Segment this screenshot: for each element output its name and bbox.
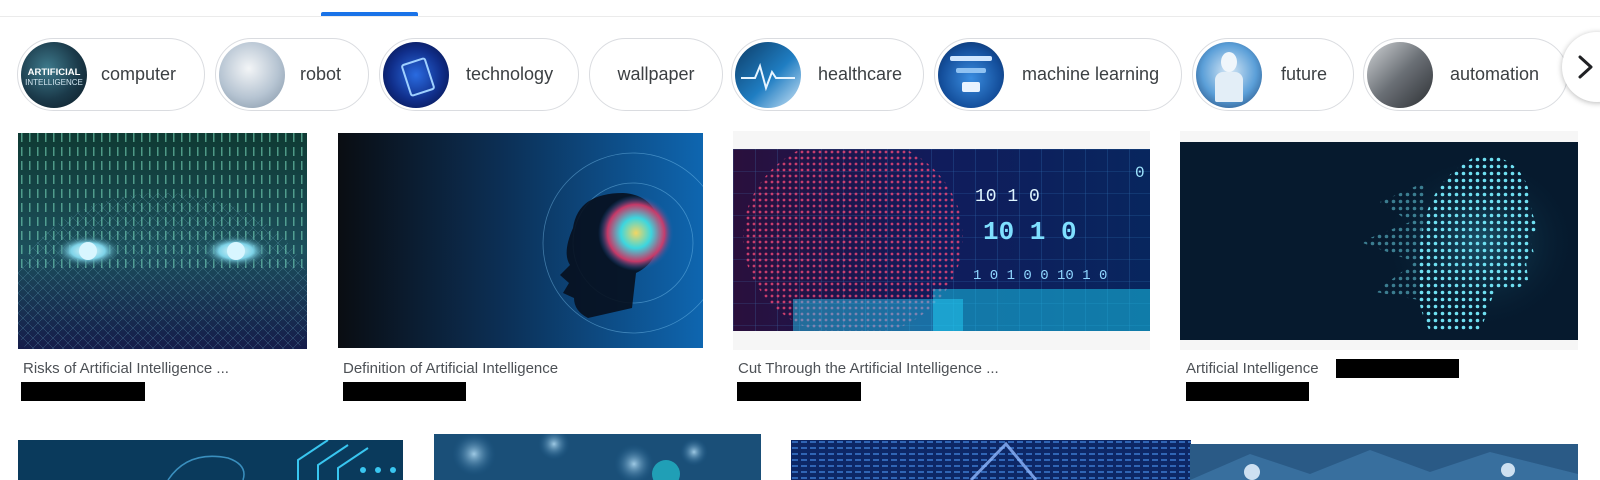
chip-technology-label: technology [466,64,554,84]
result-image-8[interactable] [1190,444,1578,480]
chip-machine-learning-thumbnail [938,41,1004,108]
chip-wallpaper-label: wallpaper [617,64,695,84]
chip-healthcare-thumbnail [735,41,801,108]
result-image-8-picture [1190,444,1578,480]
chip-future-label: future [1281,64,1328,84]
chip-wallpaper[interactable]: wallpaper [589,38,723,111]
result-title-2[interactable]: Definition of Artificial Intelligence [343,360,558,377]
chip-robot[interactable]: robot [215,38,369,111]
chip-computer-thumb-text-2: INTELLIGENCE [25,78,83,87]
result-image-3-text-2: 10 1 0 [975,187,1040,207]
result-image-2[interactable] [338,133,703,348]
chip-automation-thumbnail [1367,41,1433,108]
result-image-3-picture: 0 10 1 0 10 1 0 1 0 1 0 0 10 1 0 [733,149,1150,331]
chip-future[interactable]: future [1192,38,1354,111]
tab-bar-divider [0,16,1600,17]
result-title-redaction-4 [1336,359,1459,378]
result-image-4-picture [1180,142,1578,340]
chip-computer-thumb-text-1: ARTIFICIAL [28,67,81,78]
result-image-3-text-4: 1 0 1 0 0 10 1 0 [973,268,1107,284]
result-image-5[interactable] [18,440,403,480]
result-image-5-picture [18,440,403,480]
result-source-redaction-1 [21,382,145,401]
chip-technology-thumbnail [383,41,449,108]
chip-automation[interactable]: automation [1363,38,1568,111]
result-source-redaction-4 [1186,382,1309,401]
result-image-7[interactable] [791,440,1191,480]
result-image-2-picture [338,133,703,348]
result-source-redaction-3 [737,382,861,401]
result-image-3-text-1: 0 [1135,164,1145,182]
scroll-chips-next-button[interactable] [1562,32,1600,102]
result-source-redaction-2 [343,382,466,401]
result-image-6[interactable] [434,434,761,480]
chip-robot-thumbnail [219,41,285,108]
result-title-1[interactable]: Risks of Artificial Intelligence ... [23,360,229,377]
chip-technology[interactable]: technology [379,38,579,111]
chip-machine-learning-label: machine learning [1022,64,1160,84]
chip-future-thumbnail [1196,41,1262,108]
chevron-right-icon [1578,55,1593,79]
result-title-4[interactable]: Artificial Intelligence [1186,360,1319,377]
result-image-3[interactable]: 0 10 1 0 10 1 0 1 0 1 0 0 10 1 0 [733,131,1150,350]
result-image-7-picture [791,440,1191,480]
chip-robot-label: robot [300,64,342,84]
chip-automation-label: automation [1450,64,1540,84]
active-tab-indicator [321,12,418,16]
chip-computer-thumbnail: ARTIFICIAL INTELLIGENCE [21,41,87,108]
result-image-1[interactable] [18,133,307,349]
result-image-4[interactable] [1180,131,1578,350]
chip-machine-learning[interactable]: machine learning [934,38,1182,111]
result-image-3-text-3: 10 1 0 [983,217,1077,247]
result-image-6-picture [434,434,761,480]
result-image-1-picture [18,133,307,349]
chip-healthcare-label: healthcare [818,64,903,84]
chip-healthcare[interactable]: healthcare [731,38,924,111]
chip-computer[interactable]: ARTIFICIAL INTELLIGENCE computer [17,38,205,111]
chip-computer-label: computer [101,64,177,84]
result-title-3[interactable]: Cut Through the Artificial Intelligence … [738,360,999,377]
